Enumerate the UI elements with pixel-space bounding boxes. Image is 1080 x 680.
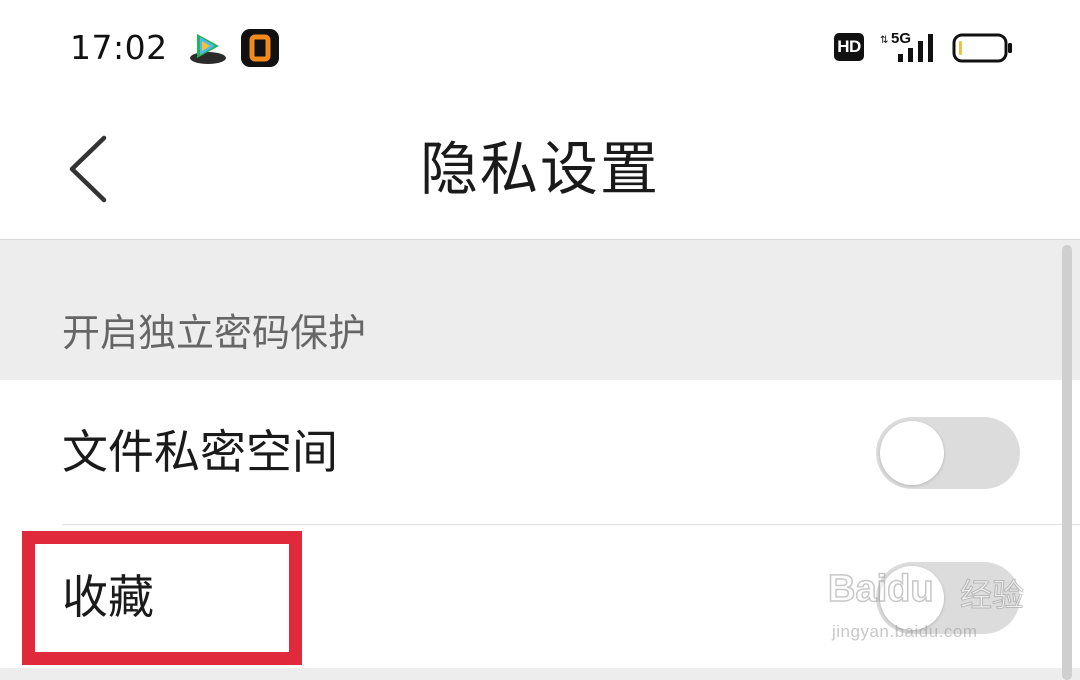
favorites-toggle[interactable] xyxy=(876,562,1020,634)
status-time: 17:02 xyxy=(70,28,168,67)
settings-list: 文件私密空间 收藏 xyxy=(0,380,1080,680)
file-private-space-toggle[interactable] xyxy=(876,417,1020,489)
list-item-favorites[interactable]: 收藏 xyxy=(0,525,1080,669)
bottom-section-band xyxy=(0,668,1080,680)
battery-icon xyxy=(952,33,1012,63)
status-bar: 17:02 HD ⇅ 5G xyxy=(0,0,1080,96)
nav-bar: 隐私设置 xyxy=(0,96,1080,239)
hd-badge: HD xyxy=(834,33,864,61)
video-app-icon xyxy=(190,34,226,64)
row-label: 文件私密空间 xyxy=(62,425,338,479)
section-header: 开启独立密码保护 xyxy=(0,240,1080,380)
row-label: 收藏 xyxy=(62,570,154,624)
screen: 17:02 HD ⇅ 5G 隐私设置 开启独立密码保护 文件私密空间 收藏 Ba… xyxy=(0,0,1080,680)
network-label: 5G xyxy=(891,30,912,47)
scrollbar[interactable] xyxy=(1062,245,1072,680)
section-title: 开启独立密码保护 xyxy=(62,311,367,355)
orange-app-icon xyxy=(241,29,279,67)
toggle-knob xyxy=(880,421,944,485)
toggle-knob xyxy=(880,566,944,630)
page-title: 隐私设置 xyxy=(419,135,660,203)
list-item-file-private-space[interactable]: 文件私密空间 xyxy=(0,380,1080,525)
svg-text:⇅: ⇅ xyxy=(880,35,888,46)
